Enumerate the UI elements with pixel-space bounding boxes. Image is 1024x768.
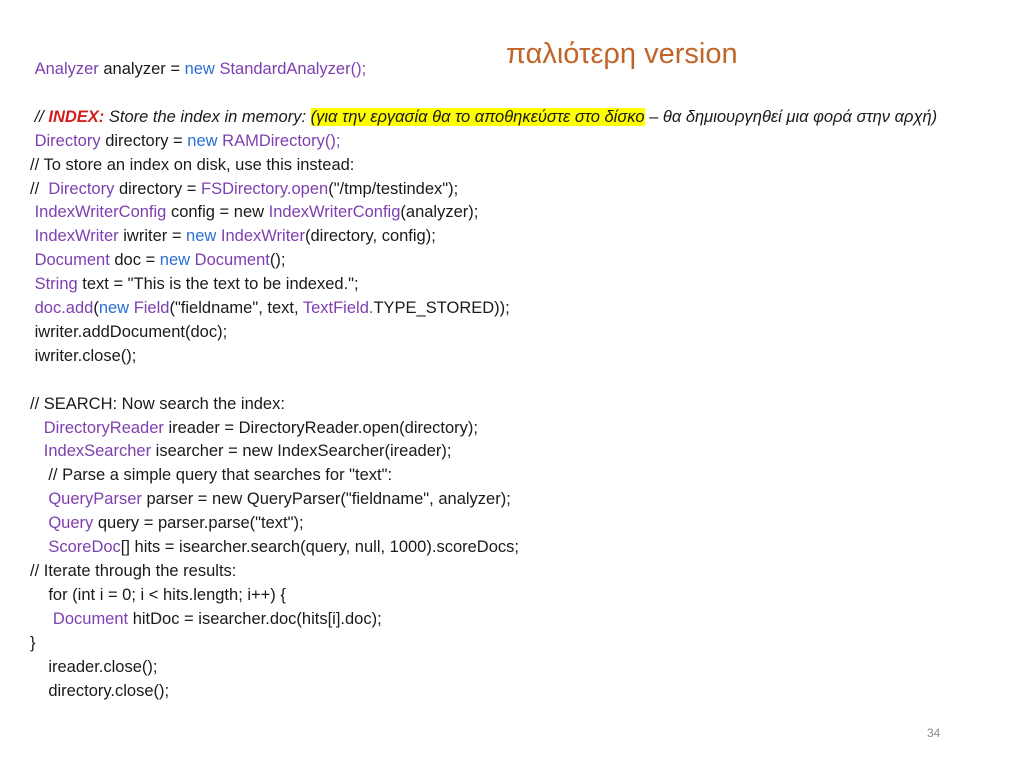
code-token: FSDirectory.open bbox=[201, 179, 329, 198]
code-line: // To store an index on disk, use this i… bbox=[30, 154, 1000, 178]
code-token: (); bbox=[269, 251, 286, 270]
code-token: new bbox=[187, 131, 218, 150]
code-token: iwriter.close(); bbox=[30, 346, 137, 365]
code-line: IndexWriter iwriter = new IndexWriter(di… bbox=[30, 225, 1000, 249]
code-token: Analyzer bbox=[34, 60, 99, 78]
code-token: } bbox=[30, 633, 36, 652]
code-line: directory.close(); bbox=[30, 680, 1000, 704]
code-line: // INDEX: Store the index in memory: (γι… bbox=[30, 106, 1000, 130]
code-token: (για την εργασία θα το αποθηκεύστε στο δ… bbox=[310, 107, 645, 126]
code-token: // To store an index on disk, use this i… bbox=[30, 155, 355, 174]
code-token: (directory, config); bbox=[304, 227, 436, 246]
code-token: directory.close(); bbox=[30, 681, 170, 700]
code-token: IndexWriter bbox=[34, 227, 119, 246]
code-token: Directory bbox=[34, 131, 101, 150]
code-token: DirectoryReader bbox=[43, 418, 164, 437]
code-token: Document bbox=[194, 251, 270, 270]
code-token: // Iterate through the results: bbox=[30, 562, 237, 580]
code-token: iwriter.addDocument(doc); bbox=[30, 322, 228, 341]
code-listing: Analyzer analyzer = new StandardAnalyzer… bbox=[30, 58, 1000, 703]
code-token: directory = bbox=[114, 179, 202, 198]
code-line: String text = "This is the text to be in… bbox=[30, 273, 1000, 297]
code-token: new bbox=[159, 251, 191, 270]
code-token: for (int i = 0; i < hits.length; i++) { bbox=[30, 585, 286, 604]
code-line: Document doc = new Document(); bbox=[30, 249, 1000, 273]
code-token: (analyzer); bbox=[400, 203, 479, 222]
code-token: StandardAnalyzer(); bbox=[219, 60, 367, 78]
code-token: String bbox=[34, 275, 78, 294]
code-token: TextField. bbox=[302, 299, 374, 318]
code-line: DirectoryReader ireader = DirectoryReade… bbox=[30, 417, 1000, 441]
code-token: – θα δημιουργηθεί μια φορά στην αρχή) bbox=[644, 107, 938, 126]
code-token: text = "This is the text to be indexed."… bbox=[77, 275, 359, 294]
code-token: Directory bbox=[48, 179, 115, 198]
code-token: isearcher = new IndexSearcher(ireader); bbox=[151, 442, 452, 461]
code-token: IndexWriterConfig bbox=[34, 203, 167, 222]
code-line: QueryParser parser = new QueryParser("fi… bbox=[30, 488, 1000, 512]
code-token: // bbox=[30, 107, 49, 126]
code-line: iwriter.addDocument(doc); bbox=[30, 321, 1000, 345]
code-line: iwriter.close(); bbox=[30, 345, 1000, 369]
code-line: } bbox=[30, 632, 1000, 656]
code-token: ireader.close(); bbox=[30, 657, 158, 676]
code-line: Query query = parser.parse("text"); bbox=[30, 512, 1000, 536]
code-token: INDEX: bbox=[48, 107, 105, 126]
code-line: doc.add(new Field("fieldname", text, Tex… bbox=[30, 297, 1000, 321]
code-token: Field bbox=[133, 299, 170, 318]
code-token: analyzer = bbox=[98, 60, 185, 78]
code-line: IndexSearcher isearcher = new IndexSearc… bbox=[30, 440, 1000, 464]
code-token: new bbox=[98, 299, 130, 318]
code-token: Document bbox=[34, 251, 110, 270]
code-line: Directory directory = new RAMDirectory()… bbox=[30, 130, 1000, 154]
code-token: config = new bbox=[166, 203, 269, 222]
code-token: parser = new QueryParser("fieldname", an… bbox=[141, 490, 511, 509]
code-token: IndexSearcher bbox=[43, 442, 152, 461]
code-line: // Iterate through the results: bbox=[30, 560, 1000, 584]
code-token: iwriter = bbox=[118, 227, 187, 246]
code-token: ScoreDoc bbox=[48, 538, 121, 557]
code-line: // Directory directory = FSDirectory.ope… bbox=[30, 178, 1000, 202]
code-token: new bbox=[184, 60, 215, 78]
code-token: Query bbox=[48, 514, 94, 533]
code-line: IndexWriterConfig config = new IndexWrit… bbox=[30, 201, 1000, 225]
code-line: Analyzer analyzer = new StandardAnalyzer… bbox=[30, 58, 1000, 82]
code-line: // SEARCH: Now search the index: bbox=[30, 393, 1000, 417]
code-token: Store the index in memory: bbox=[104, 107, 311, 126]
code-token: query = parser.parse("text"); bbox=[93, 514, 304, 533]
code-token: ("/tmp/testindex"); bbox=[328, 179, 459, 198]
code-token: // SEARCH: Now search the index: bbox=[30, 394, 285, 413]
code-token: // Parse a simple query that searches fo… bbox=[30, 466, 393, 485]
code-line: // Parse a simple query that searches fo… bbox=[30, 464, 1000, 488]
code-line: for (int i = 0; i < hits.length; i++) { bbox=[30, 584, 1000, 608]
code-token: QueryParser bbox=[48, 490, 142, 509]
code-token: doc.add bbox=[34, 299, 94, 318]
code-token: ireader = DirectoryReader.open(directory… bbox=[163, 418, 478, 437]
code-line: Document hitDoc = isearcher.doc(hits[i].… bbox=[30, 608, 1000, 632]
code-token: IndexWriterConfig bbox=[268, 203, 401, 222]
code-line: ireader.close(); bbox=[30, 656, 1000, 680]
code-token: ("fieldname", text, bbox=[169, 299, 303, 318]
code-token: // bbox=[30, 179, 49, 198]
code-token: directory = bbox=[100, 131, 188, 150]
page-number: 34 bbox=[927, 726, 941, 740]
code-token: [] hits = isearcher.search(query, null, … bbox=[120, 538, 519, 557]
code-token: doc = bbox=[109, 251, 160, 270]
code-token: IndexWriter bbox=[220, 227, 305, 246]
code-token: new bbox=[186, 227, 217, 246]
code-token: TYPE_STORED)); bbox=[373, 299, 510, 318]
code-token: hitDoc = isearcher.doc(hits[i].doc); bbox=[128, 609, 382, 628]
code-token: Document bbox=[52, 609, 129, 628]
code-line: ScoreDoc[] hits = isearcher.search(query… bbox=[30, 536, 1000, 560]
code-token: RAMDirectory(); bbox=[222, 131, 341, 150]
